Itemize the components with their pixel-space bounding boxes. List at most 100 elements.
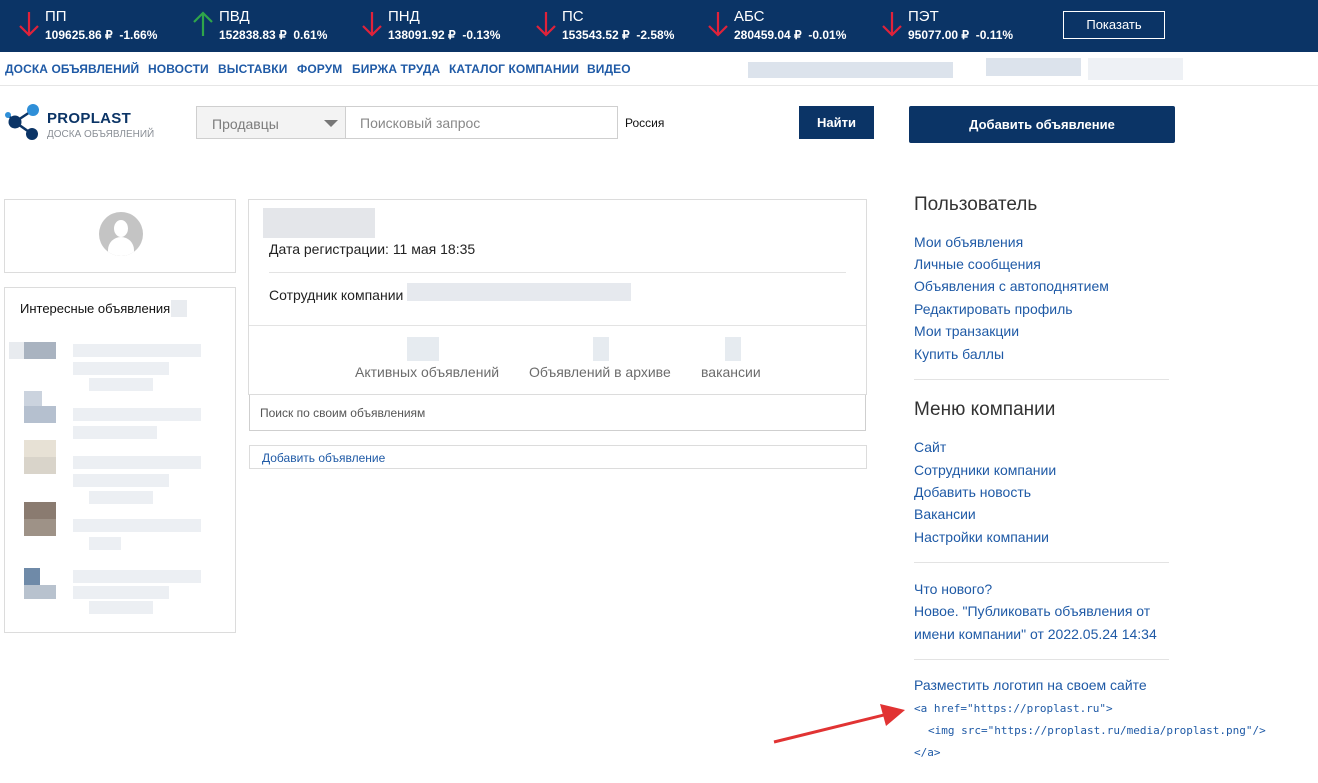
interesting-ads-panel: Интересные объявления	[4, 287, 236, 633]
ad-thumbnail[interactable]	[9, 337, 59, 383]
interesting-ads-count-redacted	[171, 300, 187, 317]
arrow-down-icon	[536, 12, 556, 37]
site-logo[interactable]: PROPLAST ДОСКА ОБЪЯВЛЕНИЙ	[5, 102, 165, 142]
ad-meta-redacted	[73, 586, 169, 599]
arrow-down-icon	[362, 12, 382, 37]
chevron-down-icon	[324, 120, 338, 127]
registration-date: Дата регистрации: 11 мая 18:35	[269, 241, 476, 257]
logo-title: PROPLAST	[47, 110, 132, 127]
find-button[interactable]: Найти	[799, 106, 874, 139]
user-menu-messages[interactable]: Личные сообщения	[914, 256, 1041, 272]
search-region-field[interactable]: Россия	[618, 106, 800, 139]
archived-ads-count-redacted	[593, 337, 609, 361]
ad-title-redacted[interactable]	[73, 570, 201, 583]
ticker-name: ПНД	[388, 8, 420, 25]
user-menu-edit-profile[interactable]: Редактировать профиль	[914, 301, 1073, 317]
ticker-value: 153543.52 ₽ -2.58%	[562, 28, 675, 42]
embed-code-line[interactable]: </a>	[914, 746, 941, 759]
ticker-value: 152838.83 ₽ 0.61%	[219, 28, 328, 42]
ticker-item-pvd[interactable]: ПВД 152838.83 ₽ 0.61%	[192, 6, 352, 46]
company-menu-vacancies[interactable]: Вакансии	[914, 506, 976, 522]
divider	[249, 325, 866, 326]
whats-new-link[interactable]: Что нового?	[914, 581, 992, 597]
search-category-select[interactable]: Продавцы	[196, 106, 346, 139]
ad-thumbnail[interactable]	[9, 389, 59, 435]
ad-thumbnail[interactable]	[9, 440, 59, 486]
whats-new-item[interactable]: Новое. "Публиковать объявления от	[914, 603, 1150, 619]
company-menu-title: Меню компании	[914, 399, 1056, 420]
nav-item-board[interactable]: ДОСКА ОБЪЯВЛЕНИЙ	[5, 62, 139, 76]
ticker-item-abs[interactable]: АБС 280459.04 ₽ -0.01%	[707, 6, 867, 46]
nav-item-catalog[interactable]: КАТАЛОГ КОМПАНИИ	[449, 62, 579, 76]
add-ad-link[interactable]: Добавить объявление	[262, 451, 385, 465]
user-menu-my-ads[interactable]: Мои объявления	[914, 234, 1023, 250]
embed-code-line[interactable]: <a href="https://proplast.ru">	[914, 702, 1113, 715]
redacted-company-name[interactable]	[407, 283, 631, 301]
nav-item-forum[interactable]: ФОРУМ	[297, 62, 342, 76]
ticker-item-pp[interactable]: ПП 109625.86 ₽ -1.66%	[18, 6, 178, 46]
show-button[interactable]: Показать	[1063, 11, 1165, 39]
vacancies-count-redacted	[725, 337, 741, 361]
avatar[interactable]	[99, 212, 143, 256]
embed-code-line[interactable]: <img src="https://proplast.ru/media/prop…	[928, 724, 1266, 737]
active-ads-stat[interactable]: Активных объявлений	[355, 364, 499, 380]
user-silhouette-icon	[114, 220, 128, 237]
ad-title-redacted[interactable]	[73, 408, 201, 421]
ticker-name: ПП	[45, 8, 67, 25]
redacted-user-name	[986, 58, 1081, 76]
avatar-silhouette-body	[108, 237, 134, 256]
whats-new-item-cont[interactable]: имени компании" от 2022.05.24 14:34	[914, 626, 1157, 642]
arrow-down-icon	[708, 12, 728, 37]
company-menu-settings[interactable]: Настройки компании	[914, 529, 1049, 545]
redacted-profile-name	[263, 208, 375, 238]
ad-title-redacted[interactable]	[73, 519, 201, 532]
add-ad-button[interactable]: Добавить объявление	[909, 106, 1175, 143]
search-input[interactable]	[346, 106, 618, 139]
ticker-item-pnd[interactable]: ПНД 138091.92 ₽ -0.13%	[361, 6, 521, 46]
ticker-item-ps[interactable]: ПС 153543.52 ₽ -2.58%	[535, 6, 695, 46]
ticker-value: 280459.04 ₽ -0.01%	[734, 28, 847, 42]
ad-title-redacted[interactable]	[73, 344, 201, 357]
archived-ads-stat[interactable]: Объявлений в архиве	[529, 364, 671, 380]
add-ad-link-box: Добавить объявление	[249, 445, 867, 469]
ad-thumbnail[interactable]	[9, 564, 59, 610]
ad-thumbnail[interactable]	[9, 502, 59, 548]
molecule-logo-icon	[5, 104, 39, 140]
ticker-name: ПВД	[219, 8, 250, 25]
arrow-down-icon	[882, 12, 902, 37]
ad-meta-redacted	[73, 362, 169, 375]
nav-item-jobs[interactable]: БИРЖА ТРУДА	[352, 62, 440, 76]
profile-card: Дата регистрации: 11 мая 18:35 Сотрудник…	[248, 199, 867, 395]
nav-item-news[interactable]: НОВОСТИ	[148, 62, 209, 76]
user-menu-transactions[interactable]: Мои транзакции	[914, 323, 1019, 339]
place-logo-link[interactable]: Разместить логотип на своем сайте	[914, 677, 1147, 693]
ad-price-redacted	[89, 601, 153, 614]
price-ticker-bar: ПП 109625.86 ₽ -1.66% ПВД 152838.83 ₽ 0.…	[0, 0, 1318, 52]
ticker-item-pet[interactable]: ПЭТ 95077.00 ₽ -0.11%	[881, 6, 1041, 46]
ticker-name: ПС	[562, 8, 584, 25]
nav-item-video[interactable]: ВИДЕО	[587, 62, 631, 76]
ticker-name: АБС	[734, 8, 765, 25]
ticker-value: 138091.92 ₽ -0.13%	[388, 28, 501, 42]
company-menu-add-news[interactable]: Добавить новость	[914, 484, 1031, 500]
search-region-value: Россия	[625, 116, 665, 130]
ticker-name: ПЭТ	[908, 8, 939, 25]
company-menu-employees[interactable]: Сотрудники компании	[914, 462, 1056, 478]
ad-price-redacted	[89, 378, 153, 391]
company-menu-site[interactable]: Сайт	[914, 439, 946, 455]
ad-meta-redacted	[73, 474, 169, 487]
user-menu-buy-points[interactable]: Купить баллы	[914, 346, 1004, 362]
company-employee-label: Сотрудник компании	[269, 287, 404, 303]
user-menu-auto-raise[interactable]: Объявления с автоподнятием	[914, 278, 1109, 294]
nav-item-exhibitions[interactable]: ВЫСТАВКИ	[218, 62, 287, 76]
divider	[914, 379, 1169, 380]
logo-subtitle: ДОСКА ОБЪЯВЛЕНИЙ	[47, 129, 155, 140]
red-annotation-arrow-icon	[773, 704, 905, 744]
arrow-up-icon	[193, 11, 213, 36]
divider	[269, 272, 846, 273]
own-ads-search-input[interactable]	[249, 395, 866, 431]
vacancies-stat[interactable]: вакансии	[701, 364, 761, 380]
ad-title-redacted[interactable]	[73, 456, 201, 469]
search-category-value: Продавцы	[212, 116, 279, 132]
arrow-down-icon	[19, 12, 39, 37]
